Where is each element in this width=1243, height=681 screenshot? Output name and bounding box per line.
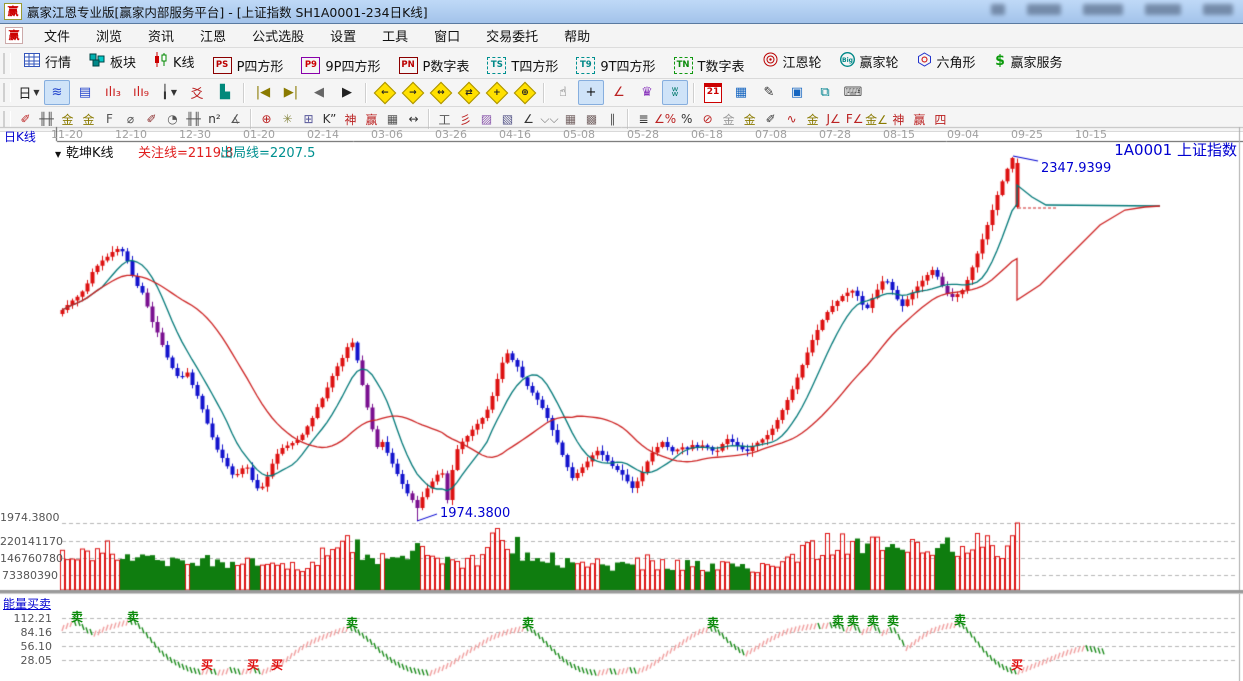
sell-marker: 卖 (887, 612, 899, 629)
application-window: 赢 赢家江恩专业版[赢家内部服务平台] - [上证指数 SH1A0001-234… (0, 0, 1243, 681)
date-tick-03-06: 03-06 (365, 128, 409, 141)
date-tick-03-26: 03-26 (429, 128, 473, 141)
symbol-label: 1A0001 上证指数 (1114, 139, 1237, 160)
date-tick-06-18: 06-18 (685, 128, 729, 141)
sell-marker: 卖 (954, 611, 966, 628)
indicator-name-label[interactable]: 能量买卖 (3, 595, 51, 612)
buy-marker: 买 (201, 656, 213, 673)
period-label[interactable]: 日K线 (4, 128, 36, 145)
date-tick-07-08: 07-08 (749, 128, 793, 141)
date-tick-09-25: 09-25 (1005, 128, 1049, 141)
volume-scale-label: 220141170 (0, 535, 58, 548)
indicator-scale-label: 84.16 (0, 626, 52, 639)
date-tick-08-15: 08-15 (877, 128, 921, 141)
buy-marker: 买 (1011, 656, 1023, 673)
date-tick-12-10: 12-10 (109, 128, 153, 141)
sell-marker: 卖 (867, 612, 879, 629)
indicator-scale-label: 56.10 (0, 640, 52, 653)
sell-marker: 卖 (847, 612, 859, 629)
sell-marker: 卖 (127, 608, 139, 625)
date-tick-10-15: 10-15 (1069, 128, 1113, 141)
sell-marker: 卖 (522, 614, 534, 631)
chart-area: 日K线 11-20 12-10 12-30 01-20 02-14 03-06 03-26 0… (0, 0, 1243, 681)
buy-marker: 买 (271, 656, 283, 673)
date-tick-07-28: 07-28 (813, 128, 857, 141)
low-annotation: 1974.3800 (440, 506, 510, 521)
date-tick-02-14: 02-14 (301, 128, 345, 141)
sell-marker: 卖 (346, 614, 358, 631)
date-tick-11-20: 11-20 (45, 128, 89, 141)
indicator-scale-label: 112.21 (0, 612, 52, 625)
date-tick-01-20: 01-20 (237, 128, 281, 141)
overlay-dropdown-arrow[interactable]: ▼ (55, 150, 61, 159)
price-scale-low-label: 1974.3800 (0, 511, 58, 524)
volume-scale-label: 73380390 (0, 569, 58, 582)
sell-marker: 卖 (71, 608, 83, 625)
buy-marker: 买 (247, 656, 259, 673)
date-tick-05-28: 05-28 (621, 128, 665, 141)
high-annotation: 2347.9399 (1041, 161, 1111, 176)
exit-line-label: 出局线=2207.5 (220, 142, 315, 161)
date-tick-09-04: 09-04 (941, 128, 985, 141)
volume-scale-label: 146760780 (0, 552, 58, 565)
overlay-name-label[interactable]: 乾坤K线 (66, 142, 114, 161)
date-tick-12-30: 12-30 (173, 128, 217, 141)
indicator-scale-label: 28.05 (0, 654, 52, 667)
price-chart-canvas[interactable] (0, 0, 1243, 681)
date-tick-04-16: 04-16 (493, 128, 537, 141)
sell-marker: 卖 (832, 612, 844, 629)
sell-marker: 卖 (707, 614, 719, 631)
date-tick-05-08: 05-08 (557, 128, 601, 141)
